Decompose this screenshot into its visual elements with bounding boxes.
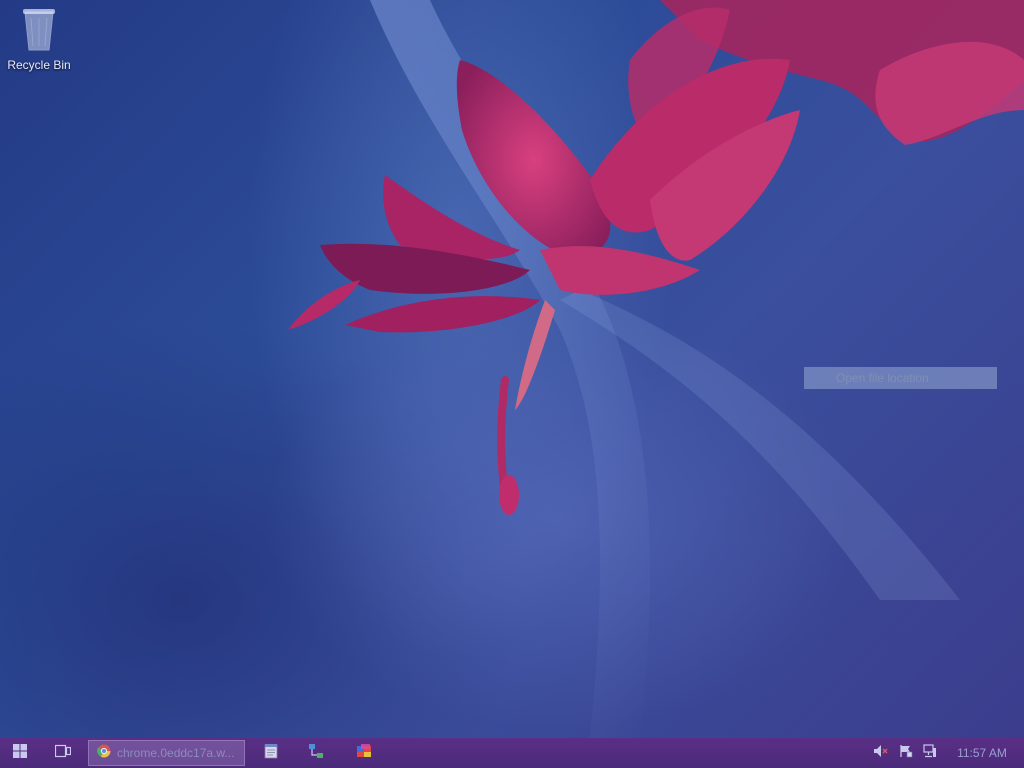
start-button[interactable] bbox=[0, 738, 40, 768]
recycle-bin-shortcut[interactable]: Recycle Bin bbox=[6, 6, 72, 72]
network-icon bbox=[923, 743, 937, 763]
notepad-icon bbox=[263, 743, 279, 764]
task-view-button[interactable] bbox=[44, 738, 82, 768]
tray-action-center-button[interactable] bbox=[896, 738, 916, 768]
desktop[interactable]: Recycle Bin Open file location bbox=[0, 0, 1024, 738]
open-file-location-menu-item[interactable]: Open file location bbox=[804, 367, 997, 389]
chrome-icon bbox=[97, 744, 111, 763]
taskbar-app-chrome[interactable]: chrome.0eddc17a.w... bbox=[88, 740, 245, 766]
volume-muted-icon bbox=[873, 744, 889, 763]
action-center-flag-icon bbox=[899, 744, 913, 763]
recycle-bin-label: Recycle Bin bbox=[7, 58, 71, 72]
task-view-icon bbox=[54, 744, 72, 763]
tray-volume-button[interactable] bbox=[870, 738, 892, 768]
recycle-bin-icon bbox=[19, 6, 59, 54]
windows-logo-icon bbox=[13, 743, 27, 763]
network-program-icon bbox=[308, 743, 324, 764]
taskbar-app-title: chrome.0eddc17a.w... bbox=[117, 746, 235, 760]
taskbar-pinned-paint[interactable] bbox=[348, 738, 380, 768]
taskbar-clock[interactable]: 11:57 AM bbox=[950, 738, 1014, 768]
tray-network-button[interactable] bbox=[920, 738, 940, 768]
taskbar-pinned-network-program[interactable] bbox=[300, 738, 332, 768]
taskbar: chrome.0eddc17a.w... 11:57 AM bbox=[0, 738, 1024, 768]
paint-icon bbox=[356, 743, 372, 764]
taskbar-pinned-notepad[interactable] bbox=[255, 738, 287, 768]
